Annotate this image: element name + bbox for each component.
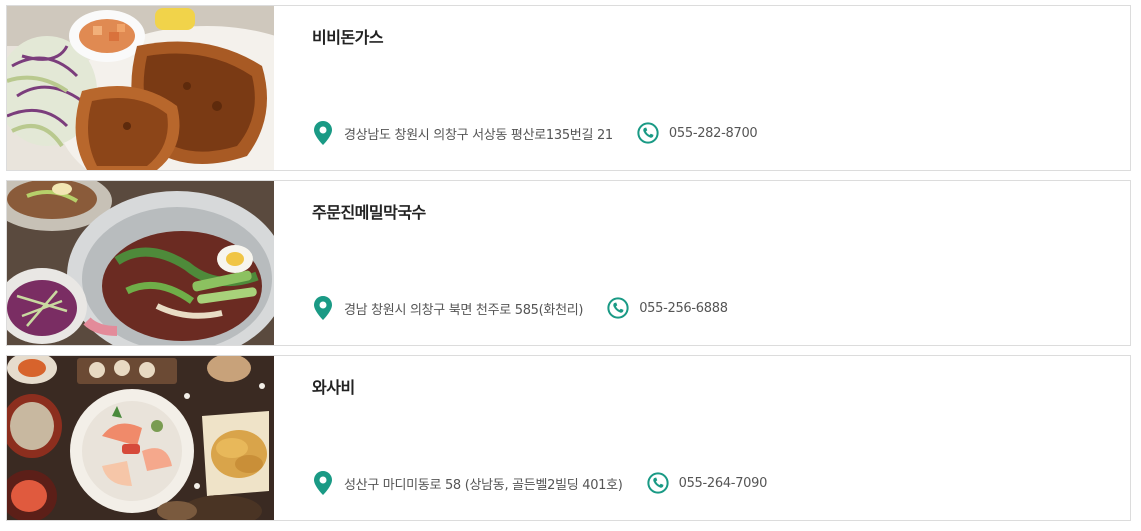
address-text: 경상남도 창원시 의창구 서상동 평산로135번길 21 [344, 127, 613, 143]
phone-item[interactable]: 055-282-8700 [637, 121, 758, 145]
phone-item[interactable]: 055-264-7090 [646, 471, 768, 495]
restaurant-info: 비비돈가스 경상남도 창원시 의창구 서상동 평산로135번길 21 055-2… [274, 6, 1130, 170]
restaurant-photo[interactable] [7, 356, 274, 520]
restaurant-photo[interactable] [7, 6, 274, 170]
phone-text: 055-282-8700 [668, 125, 758, 141]
restaurant-list: 비비돈가스 경상남도 창원시 의창구 서상동 평산로135번길 21 055-2… [0, 0, 1141, 531]
address-item[interactable]: 성산구 마디미동로 58 (상남동, 골든벨2빌딩 401호) [312, 471, 623, 495]
phone-text: 055-256-6888 [639, 300, 728, 316]
restaurant-card[interactable]: 와사비 성산구 마디미동로 58 (상남동, 골든벨2빌딩 401호) 055-… [6, 355, 1131, 521]
address-text: 경남 창원시 의창구 북면 천주로 585(화천리) [344, 302, 584, 318]
phone-text: 055-264-7090 [678, 475, 768, 491]
restaurant-photo[interactable] [7, 181, 274, 345]
restaurant-name[interactable]: 비비돈가스 [312, 24, 384, 48]
map-pin-icon [312, 296, 334, 320]
restaurant-info: 와사비 성산구 마디미동로 58 (상남동, 골든벨2빌딩 401호) 055-… [274, 356, 1130, 520]
restaurant-info: 주문진메밀막국수 경남 창원시 의창구 북면 천주로 585(화천리) 055-… [274, 181, 1130, 345]
sashimi-photo [7, 356, 274, 520]
map-pin-icon [312, 121, 334, 145]
phone-icon [637, 121, 659, 145]
restaurant-meta: 경상남도 창원시 의창구 서상동 평산로135번길 21 055-282-870… [312, 120, 781, 146]
phone-item[interactable]: 055-256-6888 [607, 296, 728, 320]
phone-icon [646, 471, 669, 495]
address-text: 성산구 마디미동로 58 (상남동, 골든벨2빌딩 401호) [344, 477, 623, 493]
address-item[interactable]: 경남 창원시 의창구 북면 천주로 585(화천리) [312, 296, 583, 320]
address-item[interactable]: 경상남도 창원시 의창구 서상동 평산로135번길 21 [312, 121, 613, 145]
restaurant-name[interactable]: 와사비 [312, 374, 355, 398]
noodle-photo [7, 181, 274, 345]
restaurant-card[interactable]: 주문진메밀막국수 경남 창원시 의창구 북면 천주로 585(화천리) 055-… [6, 180, 1131, 346]
restaurant-meta: 경남 창원시 의창구 북면 천주로 585(화천리) 055-256-6888 [312, 295, 752, 321]
tonkatsu-photo [7, 6, 274, 170]
map-pin-icon [312, 471, 334, 495]
phone-icon [607, 296, 629, 320]
restaurant-card[interactable]: 비비돈가스 경상남도 창원시 의창구 서상동 평산로135번길 21 055-2… [6, 5, 1131, 171]
restaurant-meta: 성산구 마디미동로 58 (상남동, 골든벨2빌딩 401호) 055-264-… [312, 470, 791, 496]
restaurant-name[interactable]: 주문진메밀막국수 [312, 199, 426, 223]
